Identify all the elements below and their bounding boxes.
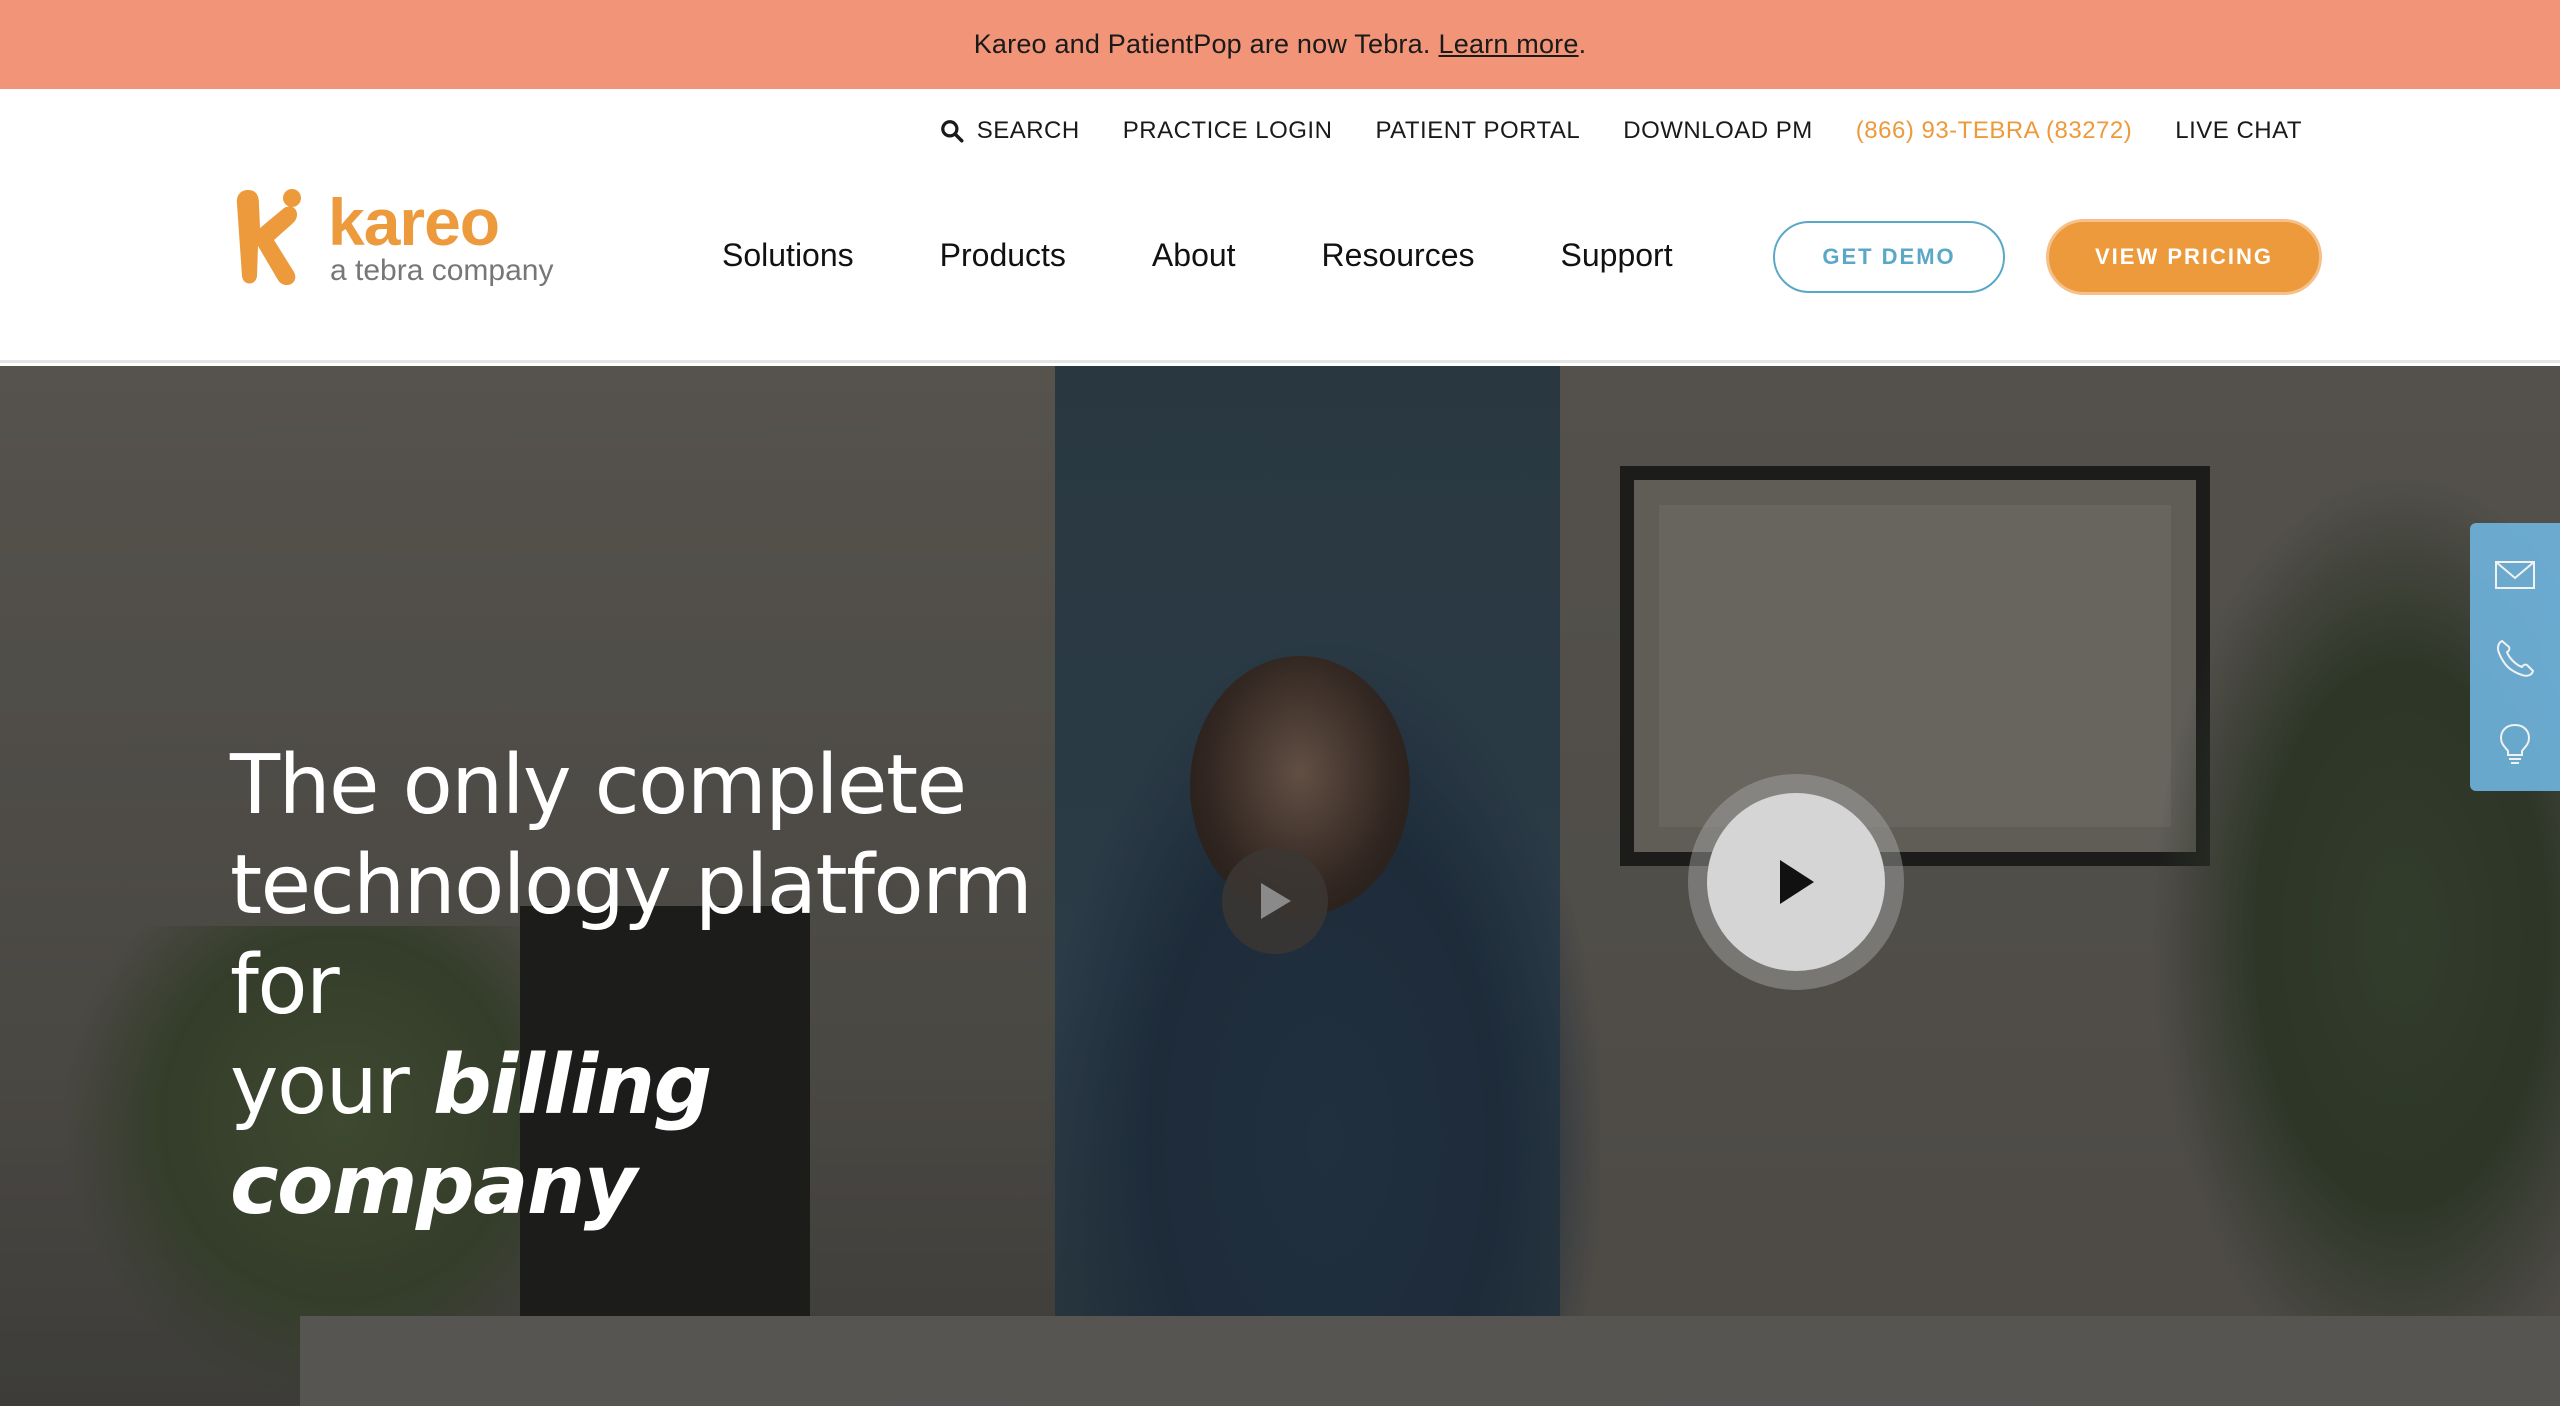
practice-login-link[interactable]: PRACTICE LOGIN — [1123, 117, 1333, 145]
phone-icon[interactable] — [2492, 635, 2538, 681]
headline-line-1: The only complete — [230, 738, 967, 833]
live-chat-link[interactable]: LIVE CHAT — [2175, 117, 2302, 145]
kareo-logo[interactable]: kareo a tebra company — [230, 184, 560, 294]
patient-portal-link[interactable]: PATIENT PORTAL — [1375, 117, 1580, 145]
banner-suffix: . — [1578, 29, 1587, 59]
play-icon — [1780, 860, 1814, 904]
search-icon — [940, 120, 964, 143]
headline-line-3-prefix: your — [230, 1038, 433, 1133]
nav-item-products[interactable]: Products — [940, 237, 1066, 274]
video-play-button-small[interactable] — [1222, 848, 1328, 954]
hero-section: The only complete technology platform fo… — [0, 366, 2560, 1406]
lightbulb-icon[interactable] — [2492, 721, 2538, 767]
nav-item-support[interactable]: Support — [1561, 237, 1673, 274]
banner-text: Kareo and PatientPop are now Tebra. — [973, 29, 1431, 59]
mail-icon[interactable] — [2492, 551, 2538, 597]
video-play-button[interactable] — [1688, 774, 1904, 990]
headline-line-2: technology platform for — [230, 838, 1033, 1033]
view-pricing-button[interactable]: VIEW PRICING — [2046, 219, 2322, 295]
nav-item-solutions[interactable]: Solutions — [722, 237, 854, 274]
kareo-k-mark-icon — [236, 189, 301, 286]
nav-item-about[interactable]: About — [1152, 237, 1236, 274]
logo-tagline: a tebra company — [330, 254, 554, 287]
headline-line-3: your billing company — [230, 1036, 1130, 1236]
site-header: SEARCH PRACTICE LOGIN PATIENT PORTAL DOW… — [0, 89, 2560, 363]
main-nav: Solutions Products About Resources Suppo… — [722, 237, 1673, 274]
search-link[interactable]: SEARCH — [939, 117, 1080, 145]
phone-link[interactable]: (866) 93-TEBRA (83272) — [1856, 117, 2132, 145]
search-label: SEARCH — [976, 117, 1080, 144]
video-play-button-inner — [1707, 793, 1885, 971]
learn-more-link[interactable]: Learn more — [1439, 29, 1579, 60]
announcement-banner: Kareo and PatientPop are now Tebra. Lear… — [0, 0, 2560, 89]
play-icon — [1261, 883, 1291, 919]
get-demo-button[interactable]: GET DEMO — [1773, 221, 2005, 293]
hero-headline: The only complete technology platform fo… — [230, 736, 1130, 1236]
utility-nav: SEARCH PRACTICE LOGIN PATIENT PORTAL DOW… — [939, 117, 2302, 145]
nav-item-resources[interactable]: Resources — [1322, 237, 1475, 274]
logo-wordmark: kareo — [328, 185, 500, 259]
side-contact-panel — [2470, 523, 2560, 791]
download-pm-link[interactable]: DOWNLOAD PM — [1623, 117, 1813, 145]
